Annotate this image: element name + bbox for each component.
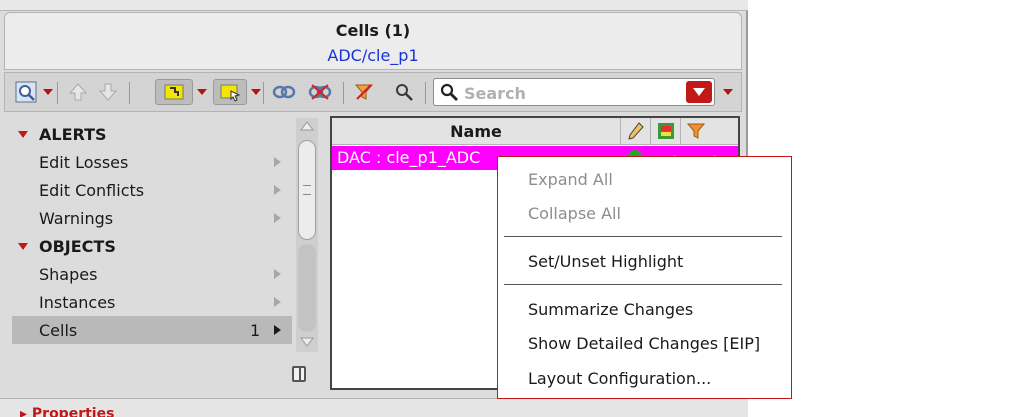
tree-item-label: ALERTS (39, 125, 107, 144)
toolbar-separator (263, 82, 264, 104)
menu-item-set-unset-highlight[interactable]: Set/Unset Highlight (528, 252, 683, 271)
tree-item-label: Shapes (39, 265, 98, 284)
panel-header: Cells (1) ADC/cle_p1 (4, 12, 742, 70)
toolbar-separator (343, 82, 344, 104)
chevron-right-icon (274, 213, 281, 223)
filter-icon (687, 123, 705, 139)
link-icon (272, 85, 296, 99)
menu-item-collapse-all[interactable]: Collapse All (528, 204, 621, 223)
tree-group-objects[interactable]: OBJECTS (12, 232, 292, 260)
chevron-right-icon (274, 325, 281, 335)
menu-separator (504, 284, 782, 285)
chevron-down-icon (693, 88, 705, 96)
column-header-name[interactable]: Name (332, 122, 620, 141)
chevron-right-icon (274, 297, 281, 307)
expand-caret-icon[interactable] (18, 243, 28, 250)
menu-item-show-detailed-changes[interactable]: Show Detailed Changes [EIP] (528, 334, 760, 353)
chevron-right-icon (274, 185, 281, 195)
tree-item-label: Edit Conflicts (39, 181, 145, 200)
tree-group-alerts[interactable]: ALERTS (12, 120, 292, 148)
unlink-button[interactable] (305, 79, 335, 105)
edit-column-header[interactable] (620, 118, 651, 144)
category-tree: ALERTS Edit Losses Edit Conflicts Warnings O… (12, 118, 292, 352)
expand-caret-icon[interactable] (18, 131, 28, 138)
filter-column-header[interactable] (680, 118, 711, 144)
move-up-button[interactable] (65, 79, 91, 105)
chevron-right-icon (274, 269, 281, 279)
grip-icon (303, 185, 311, 195)
scroll-track[interactable] (298, 244, 316, 332)
layer-icon (658, 123, 674, 139)
cell-name: DAC : cle_p1_ADC (337, 148, 481, 167)
up-arrow-icon (68, 83, 88, 101)
link-button[interactable] (269, 79, 299, 105)
filter-icon (354, 84, 374, 100)
panel-toggle-icon[interactable] (292, 366, 306, 382)
select-mode-dropdown-icon[interactable] (197, 89, 207, 95)
cell-path: ADC/cle_p1 (327, 46, 419, 65)
zoom-fit-icon (15, 81, 37, 103)
tree-scrollbar[interactable] (296, 118, 318, 352)
find-icon (396, 84, 413, 101)
scroll-down-icon[interactable] (298, 334, 316, 350)
select-box-button[interactable] (213, 79, 247, 105)
search-input[interactable] (462, 81, 686, 105)
tree-item-label: Cells (39, 321, 78, 340)
next-section-header[interactable]: ▸ Properties (0, 398, 748, 417)
filter-button[interactable] (351, 79, 377, 105)
chevron-right-icon (274, 157, 281, 167)
panel-title: Cells (1) (335, 21, 411, 40)
search-icon (440, 83, 458, 101)
unlink-icon (308, 84, 332, 100)
down-arrow-icon (98, 83, 118, 101)
tree-item-partial[interactable] (12, 344, 292, 352)
select-box-icon (220, 84, 241, 102)
layer-column-header[interactable] (650, 118, 681, 144)
tree-item-warnings[interactable]: Warnings (12, 204, 292, 232)
toolbar (4, 72, 742, 112)
scroll-thumb[interactable] (298, 140, 316, 240)
scroll-up-icon[interactable] (298, 118, 316, 134)
zoom-dropdown-icon[interactable] (43, 89, 53, 95)
tree-item-shapes[interactable]: Shapes (12, 260, 292, 288)
toolbar-separator (129, 82, 130, 104)
menu-item-layout-configuration[interactable]: Layout Configuration... (528, 369, 711, 388)
zoom-fit-button[interactable] (13, 79, 39, 105)
top-strip (0, 0, 748, 11)
toolbar-overflow-dropdown-icon[interactable] (723, 89, 733, 95)
pencil-icon (628, 122, 644, 140)
find-button[interactable] (391, 79, 417, 105)
search-options-button[interactable] (686, 81, 712, 103)
tree-item-label: Warnings (39, 209, 114, 228)
context-menu: Expand All Collapse All Set/Unset Highli… (497, 156, 792, 399)
tree-item-label: OBJECTS (39, 237, 116, 256)
select-mode-button[interactable] (155, 79, 193, 105)
menu-item-expand-all[interactable]: Expand All (528, 170, 613, 189)
tree-item-edit-conflicts[interactable]: Edit Conflicts (12, 176, 292, 204)
tree-item-label: Instances (39, 293, 116, 312)
item-count: 1 (250, 321, 261, 340)
tree-item-edit-losses[interactable]: Edit Losses (12, 148, 292, 176)
menu-item-summarize-changes[interactable]: Summarize Changes (528, 300, 693, 319)
menu-separator (504, 236, 782, 237)
toolbar-separator (57, 82, 58, 104)
tree-item-label: Edit Losses (39, 153, 129, 172)
tree-item-cells[interactable]: Cells 1 (12, 316, 292, 344)
select-box-dropdown-icon[interactable] (251, 89, 261, 95)
move-down-button[interactable] (95, 79, 121, 105)
search-box[interactable] (433, 78, 715, 106)
select-mode-icon (164, 84, 184, 100)
tree-item-instances[interactable]: Instances (12, 288, 292, 316)
toolbar-separator (425, 82, 426, 104)
table-header: Name (332, 118, 738, 145)
